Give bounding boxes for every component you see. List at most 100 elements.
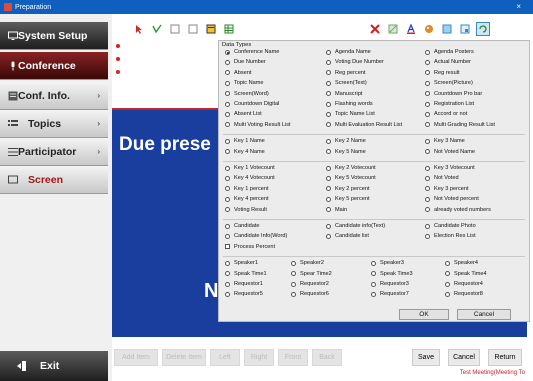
disabled-toolbar-button[interactable]: Add Item: [114, 349, 158, 366]
radio-circle[interactable]: [225, 111, 230, 117]
radio-circle[interactable]: [225, 260, 230, 266]
delete-icon[interactable]: [368, 22, 382, 36]
data-type-radio[interactable]: Key 4 Votecount: [225, 175, 275, 181]
data-type-radio[interactable]: Countdown Digital: [225, 101, 279, 107]
data-type-radio[interactable]: Key 4 Name: [225, 149, 265, 155]
shapes-icon[interactable]: [386, 22, 400, 36]
data-type-radio[interactable]: Speaker3: [371, 260, 404, 266]
data-type-radio[interactable]: Voting Result: [225, 207, 267, 213]
sidebar-item-system-setup[interactable]: System Setup: [0, 22, 108, 50]
pointer-icon[interactable]: [132, 22, 146, 36]
radio-circle[interactable]: [425, 223, 430, 229]
exit-button[interactable]: Exit: [0, 351, 108, 381]
radio-circle[interactable]: [326, 111, 331, 117]
image-icon[interactable]: [458, 22, 472, 36]
table-icon[interactable]: [222, 22, 236, 36]
data-type-radio[interactable]: Agenda Name: [326, 49, 371, 55]
data-type-radio[interactable]: Screen(Word): [225, 91, 269, 97]
text-box-icon[interactable]: [186, 22, 200, 36]
radio-circle[interactable]: [425, 149, 430, 155]
radio-circle[interactable]: [425, 175, 430, 181]
radio-circle[interactable]: [425, 111, 430, 117]
radio-circle[interactable]: [425, 233, 430, 239]
data-type-radio[interactable]: Reg percent: [326, 70, 365, 76]
dialog-cancel-button[interactable]: Cancel: [457, 309, 511, 320]
process-percent-checkbox[interactable]: Process Percent: [225, 244, 275, 250]
data-type-radio[interactable]: Key 5 Name: [326, 149, 366, 155]
radio-circle[interactable]: [225, 59, 230, 65]
radio-circle[interactable]: [326, 80, 331, 86]
line-tool-icon[interactable]: [150, 22, 164, 36]
data-type-radio[interactable]: Requestor4: [445, 281, 483, 287]
data-type-radio[interactable]: Accord or not: [425, 111, 467, 117]
data-type-radio[interactable]: Key 5 percent: [326, 196, 370, 202]
radio-circle[interactable]: [326, 233, 331, 239]
radio-circle[interactable]: [425, 196, 430, 202]
radio-circle[interactable]: [291, 271, 296, 277]
data-type-radio[interactable]: Requestor6: [291, 291, 329, 297]
radio-circle[interactable]: [326, 149, 331, 155]
radio-circle[interactable]: [425, 101, 430, 107]
disabled-toolbar-button[interactable]: Back: [312, 349, 342, 366]
radio-circle[interactable]: [225, 233, 230, 239]
data-type-radio[interactable]: Topic Name: [225, 80, 264, 86]
canvas-text-element[interactable]: N: [204, 280, 218, 303]
data-type-radio[interactable]: Due Number: [225, 59, 266, 65]
data-type-radio[interactable]: Requestor7: [371, 291, 409, 297]
radio-circle[interactable]: [326, 175, 331, 181]
radio-circle[interactable]: [225, 291, 230, 297]
data-type-radio[interactable]: Screen(Text): [326, 80, 367, 86]
radio-circle[interactable]: [225, 80, 230, 86]
radio-circle[interactable]: [225, 149, 230, 155]
radio-circle[interactable]: [326, 223, 331, 229]
data-type-radio[interactable]: Speaker4: [445, 260, 478, 266]
data-type-radio[interactable]: Candidate Info(Word): [225, 233, 287, 239]
data-type-radio[interactable]: Reg result: [425, 70, 460, 76]
data-type-radio[interactable]: Registration List: [425, 101, 474, 107]
data-type-radio[interactable]: Requestor3: [371, 281, 409, 287]
sidebar-item-participator[interactable]: Participator ›: [0, 138, 108, 166]
data-type-radio[interactable]: Key 1 percent: [225, 186, 269, 192]
radio-circle[interactable]: [425, 70, 430, 76]
data-type-radio[interactable]: Countdown Pro bar: [425, 91, 482, 97]
radio-circle[interactable]: [425, 80, 430, 86]
radio-circle[interactable]: [326, 59, 331, 65]
radio-circle[interactable]: [425, 122, 430, 128]
radio-circle[interactable]: [445, 281, 450, 287]
sidebar-item-screen[interactable]: Screen: [0, 166, 108, 194]
data-type-radio[interactable]: Multi Evaluation Result List: [326, 122, 402, 128]
data-type-radio[interactable]: Manuscript: [326, 91, 362, 97]
radio-circle[interactable]: [326, 122, 331, 128]
radio-circle[interactable]: [225, 70, 230, 76]
data-type-radio[interactable]: Key 1 Name: [225, 138, 265, 144]
radio-circle[interactable]: [225, 91, 230, 97]
data-type-radio[interactable]: Voting Due Number: [326, 59, 384, 65]
radio-circle[interactable]: [291, 291, 296, 297]
data-type-radio[interactable]: Speaker1: [225, 260, 258, 266]
radio-circle[interactable]: [425, 91, 430, 97]
refresh-icon[interactable]: [476, 22, 490, 36]
data-type-radio[interactable]: Requestor1: [225, 281, 263, 287]
disabled-toolbar-button[interactable]: Right: [244, 349, 274, 366]
data-type-radio[interactable]: Main: [326, 207, 347, 213]
data-type-radio[interactable]: Candidate info(Text): [326, 223, 385, 229]
radio-circle[interactable]: [326, 138, 331, 144]
data-type-radio[interactable]: Key 2 Name: [326, 138, 366, 144]
radio-circle[interactable]: [445, 260, 450, 266]
data-type-radio[interactable]: Not Voted percent: [425, 196, 479, 202]
data-type-radio[interactable]: Speaker2: [291, 260, 324, 266]
data-type-radio[interactable]: Key 5 Votecount: [326, 175, 376, 181]
data-type-radio[interactable]: Requestor8: [445, 291, 483, 297]
data-type-radio[interactable]: Multi Voting Result List: [225, 122, 291, 128]
data-type-radio[interactable]: Multi Grading Result List: [425, 122, 495, 128]
radio-circle[interactable]: [225, 223, 230, 229]
radio-circle[interactable]: [425, 49, 430, 55]
data-type-radio[interactable]: Topic Name List: [326, 111, 375, 117]
ok-button[interactable]: OK: [399, 309, 449, 320]
paint-icon[interactable]: [422, 22, 436, 36]
data-type-radio[interactable]: Key 1 Votecount: [225, 165, 275, 171]
sidebar-item-conference[interactable]: Conference: [0, 52, 108, 80]
radio-circle[interactable]: [425, 165, 430, 171]
window-icon[interactable]: [440, 22, 454, 36]
data-type-radio[interactable]: Agenda Posters: [425, 49, 474, 55]
